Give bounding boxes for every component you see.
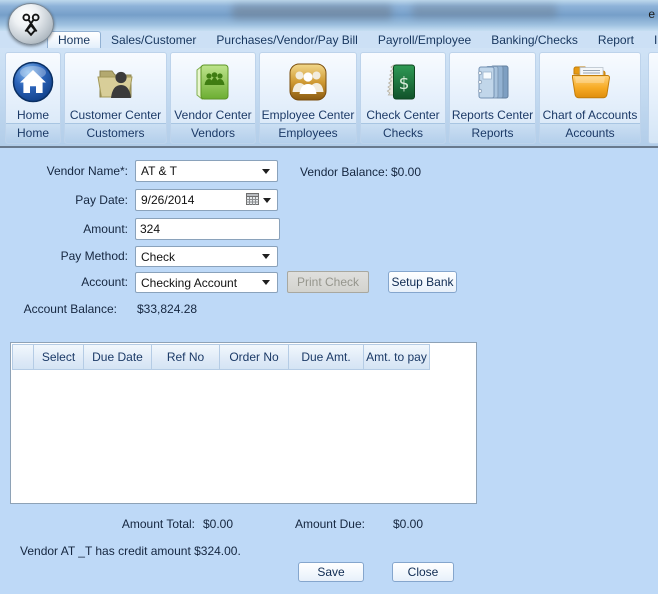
vendor-name-select[interactable]: AT & T: [135, 160, 278, 182]
ribbon-group-checks: $ Check Center Checks: [360, 52, 446, 144]
tab-report[interactable]: Report: [588, 31, 644, 48]
checkbook-icon: $: [386, 63, 415, 99]
customer-center-label: Customer Center: [69, 108, 162, 122]
group-band-checks: Checks: [361, 123, 445, 143]
group-band-employees: Employees: [260, 123, 356, 143]
pay-date-value: 9/26/2014: [141, 193, 195, 207]
redacted-title-blur: [412, 5, 557, 18]
tab-import-export[interactable]: Import/Export: [644, 31, 658, 48]
setup-bank-button[interactable]: Setup Bank: [388, 271, 457, 293]
save-button[interactable]: Save: [298, 562, 364, 582]
bills-table-header: Select Due Date Ref No Order No Due Amt.…: [11, 343, 476, 370]
group-band-vendors: Vendors: [171, 123, 255, 143]
account-balance-value: $33,824.28: [137, 302, 198, 316]
vendor-name-label: Vendor Name*:: [46, 164, 128, 178]
app-logo-icon: [22, 13, 40, 37]
svg-text:$: $: [399, 74, 410, 94]
ribbon-group-partial: [648, 52, 658, 144]
reports-icon: [477, 65, 508, 98]
pay-date-picker[interactable]: 9/26/2014: [135, 189, 278, 211]
title-fragment: e: [648, 7, 655, 21]
reports-center-button[interactable]: Reports Center: [450, 53, 535, 123]
ribbon-tab-bar: Home Sales/Customer Purchases/Vendor/Pay…: [0, 31, 658, 48]
ribbon-group-employees: Employee Center Employees: [259, 52, 357, 144]
account-select[interactable]: Checking Account: [135, 272, 278, 293]
ribbon-group-reports: Reports Center Reports: [449, 52, 536, 144]
chevron-down-icon: [262, 254, 270, 259]
accounts-folder-icon: [572, 66, 610, 98]
column-header-ref-no[interactable]: Ref No: [151, 344, 220, 370]
ribbon-group-vendors: Vendor Center Vendors: [170, 52, 256, 144]
customer-folder-icon: [96, 70, 133, 98]
chevron-down-icon: [262, 280, 270, 285]
home-button[interactable]: Home: [6, 53, 60, 123]
amount-input[interactable]: [135, 218, 280, 240]
vendor-credit-notice: Vendor AT _T has credit amount $324.00.: [20, 544, 241, 558]
title-bar: e: [0, 0, 658, 31]
reports-center-label: Reports Center: [451, 108, 534, 122]
ribbon: Home Home Customer Center Customers Vend…: [0, 48, 658, 146]
account-value: Checking Account: [141, 275, 238, 290]
column-header-amt-to-pay[interactable]: Amt. to pay: [363, 344, 430, 370]
ribbon-group-home: Home Home: [5, 52, 61, 144]
ribbon-group-accounts: Chart of Accounts Accounts: [539, 52, 641, 144]
close-button[interactable]: Close: [392, 562, 454, 582]
employee-center-label: Employee Center: [261, 108, 355, 122]
tab-sales-customer[interactable]: Sales/Customer: [101, 31, 206, 48]
account-balance-label: Account Balance:: [23, 302, 117, 316]
chevron-down-icon: [262, 168, 270, 174]
employee-center-button[interactable]: Employee Center: [260, 53, 356, 123]
chevron-down-icon: [263, 197, 271, 203]
app-logo-button[interactable]: [8, 3, 54, 45]
column-header-row-selector: [12, 344, 34, 370]
vendor-book-icon: [196, 64, 229, 100]
vendor-name-value: AT & T: [141, 164, 178, 178]
home-icon: [12, 61, 54, 102]
vendor-balance-label: Vendor Balance:: [300, 165, 389, 179]
pay-method-value: Check: [141, 249, 176, 264]
check-center-label: Check Center: [366, 108, 440, 122]
chart-of-accounts-button[interactable]: Chart of Accounts: [540, 53, 640, 123]
group-band-home: Home: [6, 123, 60, 143]
amount-due-label: Amount Due:: [294, 517, 365, 531]
pay-date-label: Pay Date:: [75, 193, 128, 207]
bills-table[interactable]: Select Due Date Ref No Order No Due Amt.…: [10, 342, 477, 504]
group-band-accounts: Accounts: [540, 123, 640, 143]
employees-icon: [289, 63, 327, 100]
amount-due-value: $0.00: [393, 517, 424, 531]
ribbon-group-customers: Customer Center Customers: [64, 52, 167, 144]
home-button-label: Home: [16, 108, 49, 122]
column-header-order-no[interactable]: Order No: [219, 344, 289, 370]
vendor-center-button[interactable]: Vendor Center: [171, 53, 255, 123]
amount-label: Amount:: [83, 222, 128, 236]
redacted-title-blur: [232, 5, 392, 19]
tab-purchases-vendor-pay-bill[interactable]: Purchases/Vendor/Pay Bill: [206, 31, 367, 48]
calendar-icon: [246, 192, 259, 208]
group-band-customers: Customers: [65, 123, 166, 143]
tab-home[interactable]: Home: [47, 31, 102, 48]
amount-total-value: $0.00: [203, 517, 234, 531]
amount-total-label: Amount Total:: [121, 517, 195, 531]
chart-of-accounts-label: Chart of Accounts: [542, 108, 638, 122]
vendor-center-label: Vendor Center: [174, 108, 252, 122]
pay-method-select[interactable]: Check: [135, 246, 278, 267]
account-label: Account:: [81, 275, 128, 289]
group-band-reports: Reports: [450, 123, 535, 143]
column-header-due-date[interactable]: Due Date: [83, 344, 152, 370]
column-header-select[interactable]: Select: [33, 344, 84, 370]
tab-payroll-employee[interactable]: Payroll/Employee: [368, 31, 481, 48]
pay-bill-form: Vendor Name*: AT & T Vendor Balance: $0.…: [0, 148, 658, 594]
app-window: e Home Sales/Customer Purchases/Vendor/P…: [0, 0, 658, 594]
pay-method-label: Pay Method:: [60, 249, 128, 263]
tab-banking-checks[interactable]: Banking/Checks: [481, 31, 588, 48]
print-check-button: Print Check: [287, 271, 369, 293]
column-header-due-amt[interactable]: Due Amt.: [288, 344, 364, 370]
check-center-button[interactable]: $ Check Center: [361, 53, 445, 123]
customer-center-button[interactable]: Customer Center: [65, 53, 166, 123]
vendor-balance-value: $0.00: [391, 165, 422, 179]
